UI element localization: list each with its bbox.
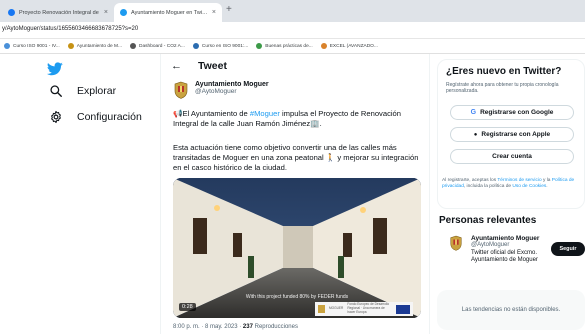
close-tab-icon[interactable]: × (212, 9, 216, 16)
person-bio: Twitter oficial del Excmo. Ayuntamiento … (471, 250, 538, 263)
bookmarks-bar: Curso ISO 9001 - IV... Ayuntamiento de M… (0, 39, 585, 54)
eu-flag-icon (396, 304, 410, 314)
apple-icon: ● (473, 131, 478, 138)
shield-icon (67, 43, 74, 49)
tab-title: Proyecto Renovación Integral de (19, 9, 99, 16)
avatar[interactable] (449, 235, 463, 251)
tweet-timestamp: 8:00 p. m. · 8 may. 2023 · 237 Reproducc… (173, 324, 298, 330)
signup-subtitle: Regístrate ahora para obtener tu propia … (446, 82, 559, 94)
bookmark-item[interactable]: Buenas prácticas de... (256, 43, 313, 49)
browser-tab-bar: Proyecto Renovación Integral de × Ayunta… (0, 0, 585, 22)
tweet-author[interactable]: Ayuntamiento Moguer @AytoMoguer (173, 81, 269, 99)
signup-legal-text: Al registrarte, aceptas los Términos de … (442, 178, 575, 189)
dashboard-icon (130, 43, 136, 49)
tweet-text-paragraph-1: 📢El Ayuntamiento de #Moguer impulsa el P… (173, 109, 402, 128)
apple-signup-button[interactable]: ● Registrarse con Apple (450, 127, 574, 142)
nav-item-explorar[interactable]: Explorar (49, 84, 116, 98)
create-account-button[interactable]: Crear cuenta (450, 149, 574, 164)
browser-tab-twitter[interactable]: Ayuntamiento Moguer en Twitter: × (114, 3, 222, 22)
bookmark-item[interactable]: Curso ISO 9001 - IV... (4, 43, 60, 49)
address-bar[interactable]: y/AytoMoguer/status/1655603466683678725?… (0, 22, 585, 39)
hashtag-link-moguer[interactable]: #Moguer (250, 109, 280, 118)
url-text[interactable]: y/AytoMoguer/status/1655603466683678725?… (2, 26, 138, 32)
bookmark-item[interactable]: Curso en ISO 9001:... (192, 43, 248, 49)
tweet-text-paragraph-2: Esta actuación tiene como objetivo conve… (173, 143, 419, 172)
gear-icon (51, 110, 61, 124)
leaf-icon (256, 43, 263, 49)
signup-card: ¿Eres nuevo en Twitter? Regístrate ahora… (437, 59, 585, 209)
tweet-column: ← Tweet Ayuntamiento Moguer @AytoMoguer … (160, 54, 430, 334)
person-handle[interactable]: @AytoMoguer (471, 242, 561, 248)
person-name[interactable]: Ayuntamiento Moguer (471, 235, 561, 242)
author-name[interactable]: Ayuntamiento Moguer (195, 81, 269, 88)
video-caption: With this project funded 80% by FEDER fu… (245, 294, 349, 300)
new-tab-button[interactable]: + (226, 4, 232, 15)
avatar[interactable] (173, 81, 189, 99)
globe-icon (4, 43, 10, 49)
hashtag-icon (50, 85, 62, 97)
bookmark-item[interactable]: EXCEL (AVANZADO... (320, 43, 378, 49)
page-title: Tweet (198, 60, 227, 72)
relevant-person[interactable]: Ayuntamiento Moguer @AytoMoguer Twitter … (449, 235, 561, 264)
twitter-favicon-icon (120, 9, 127, 16)
tab-title: Ayuntamiento Moguer en Twitter: (131, 9, 208, 16)
funding-logo-strip: MOGUER Fondo Europeo de Desarrollo Regio… (315, 302, 413, 316)
close-tab-icon[interactable]: × (104, 9, 108, 16)
google-signup-button[interactable]: G Registrarse con Google (450, 105, 574, 120)
back-arrow-icon[interactable]: ← (171, 60, 182, 72)
author-handle[interactable]: @AytoMoguer (195, 88, 269, 95)
follow-button[interactable]: Seguir (551, 242, 585, 256)
cookies-link[interactable]: Uso de Cookies (512, 184, 546, 189)
right-sidebar: ¿Eres nuevo en Twitter? Regístrate ahora… (437, 54, 585, 334)
nav-item-configuracion[interactable]: Configuración (49, 110, 142, 124)
video-duration: 0:28 (179, 303, 196, 311)
excel-icon (320, 43, 327, 49)
signup-title: ¿Eres nuevo en Twitter? (446, 66, 562, 77)
tweet-header: ← Tweet (171, 60, 227, 72)
bookmark-item[interactable]: Ayuntamiento de M... (67, 43, 122, 49)
tweet-video[interactable]: With this project funded 80% by FEDER fu… (173, 178, 421, 318)
nav-item-label: Explorar (77, 85, 117, 97)
browser-tab-proyecto[interactable]: Proyecto Renovación Integral de × (2, 3, 114, 22)
relevant-title: Personas relevantes (439, 215, 537, 226)
moguer-crest-icon (318, 305, 325, 313)
nav-item-label: Configuración (77, 111, 142, 123)
bookmark-item[interactable]: Dashboard - CO2 A... (130, 43, 185, 49)
facebook-favicon-icon (8, 9, 15, 16)
trends-unavailable: Las tendencias no están disponibles. (437, 290, 585, 330)
globe-icon (192, 43, 199, 49)
left-nav: Explorar Configuración (0, 54, 160, 334)
google-icon: G (470, 109, 477, 116)
twitter-bird-icon[interactable] (47, 62, 63, 76)
terms-link[interactable]: Términos de servicio (497, 178, 541, 183)
